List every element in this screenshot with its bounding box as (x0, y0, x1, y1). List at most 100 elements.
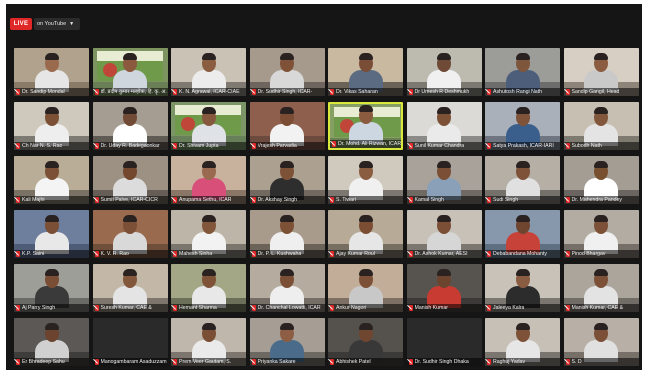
participant-tile[interactable]: डॉ. प्रदीप कुमार मल्होत्रा, हि. कृ. अ. स… (92, 48, 168, 96)
participant-tile[interactable]: Prem Veer Gautam, S. (171, 318, 246, 366)
participant-video (270, 51, 304, 92)
participant-video (348, 267, 383, 308)
participant-tile[interactable]: Dr. P. L. Kushwaha (249, 210, 325, 258)
participant-tile[interactable]: Manogambaram Asaduzzam (92, 318, 168, 366)
participant-video (34, 321, 69, 362)
participant-video (270, 159, 304, 200)
muted-mic-icon (565, 359, 570, 365)
participant-tile[interactable]: Ashutosh Rangi Nath (485, 48, 560, 96)
participant-tile[interactable]: Dr. Ashok Kumar, AESI (406, 210, 482, 258)
participant-tile[interactable]: Ankur Nagori (328, 264, 403, 312)
participant-name-bar: S. Tiwari (328, 196, 403, 204)
participant-video (505, 321, 540, 362)
participant-name: Ajay Kumar Roul (336, 251, 375, 257)
participant-tile[interactable]: Dr. Mohd. Ali Rizwan, ICAR (328, 102, 403, 150)
participant-tile[interactable]: Subodh Nath (563, 102, 639, 150)
participant-video (505, 213, 540, 254)
participant-tile[interactable]: Suresh Kumar, CAE & (92, 264, 168, 312)
participant-tile[interactable]: Er Bhradeep Sahu (14, 318, 89, 366)
participant-tile[interactable]: Manish Kumar, CAE & (563, 264, 639, 312)
participant-name-bar: Manogambaram Asaduzzam (92, 358, 168, 366)
participant-tile[interactable]: Ch Nar N. S. Rao (14, 102, 89, 150)
participant-tile[interactable]: Mahesh Sinha (171, 210, 246, 258)
participant-tile[interactable]: Sunil Kumar Chandra (406, 102, 482, 150)
participant-name-bar: Jaleeya Kalra (485, 304, 560, 312)
participant-video (270, 267, 304, 308)
participant-tile[interactable]: Dr. Sudhir Singh, ICAR- (249, 48, 325, 96)
participant-name-bar: Sudi Singh (485, 196, 560, 204)
participant-tile[interactable]: K.P. Saini (14, 210, 89, 258)
participant-video (191, 159, 226, 200)
participant-name: Mahesh Sinha (179, 251, 213, 257)
participant-name-bar: K. N. Agrawal, ICAR-CIAE (171, 88, 246, 96)
muted-mic-icon (487, 143, 491, 149)
participant-tile[interactable]: Ajay Kumar Roul (328, 210, 403, 258)
participant-name-bar: Ashutosh Rangi Nath (485, 88, 560, 96)
participant-tile[interactable]: Hemant Sharma (171, 264, 246, 312)
participant-tile[interactable]: Jaleeya Kalra (485, 264, 560, 312)
participant-name-bar: Hemant Sharma (171, 304, 246, 312)
participant-tile[interactable]: Dr. Mahendra Pandey (563, 156, 639, 204)
participant-tile[interactable]: Dr. Uday R. Badegaonkar (92, 102, 168, 150)
muted-mic-icon (251, 197, 256, 203)
participant-video (348, 159, 383, 200)
participant-tile[interactable]: Dr. Sudhir Singh Dhaka (406, 318, 482, 366)
muted-mic-icon (487, 305, 491, 311)
participant-name: Aj Parry Singh (22, 305, 56, 311)
participant-tile[interactable]: K. V. R. Rao (92, 210, 168, 258)
participant-name: Prem Veer Gautam, S. (179, 359, 232, 365)
participant-tile[interactable]: Satya Prakash, ICAR-IARI (485, 102, 560, 150)
participant-tile[interactable]: Debabandana Mohanty (485, 210, 560, 258)
participant-tile[interactable]: Dr. Vikas Saharan (328, 48, 403, 96)
participant-name: Subodh Nath (571, 143, 602, 149)
participant-name-bar: Aj Parry Singh (14, 304, 89, 312)
participant-tile[interactable]: Aj Parry Singh (14, 264, 89, 312)
muted-mic-icon (173, 305, 177, 311)
participant-tile[interactable]: Sudi Singh (485, 156, 560, 204)
participant-video (270, 105, 304, 146)
muted-mic-icon (16, 251, 20, 257)
muted-mic-icon (408, 143, 413, 149)
participant-tile[interactable]: Dr Umesh R Deshmukh (406, 48, 482, 96)
participant-tile[interactable]: Sumit Palve, ICAR-CICR (92, 156, 168, 204)
participant-video (34, 267, 69, 308)
participant-name-bar: Prem Veer Gautam, S. (171, 358, 246, 366)
participant-tile[interactable]: Priyanka Sakare (249, 318, 325, 366)
participant-tile[interactable]: Manish Kumar (406, 264, 482, 312)
participant-tile[interactable]: Dr. Chanchal Lowatti, ICAR (249, 264, 325, 312)
participant-name: Dr. Shivam Jupta (179, 143, 219, 149)
participant-name: Ankur Nagori (336, 305, 367, 311)
participant-tile[interactable]: Pinod Bhargav (563, 210, 639, 258)
participant-name: K. V. R. Rao (100, 251, 129, 257)
participant-video (270, 321, 304, 362)
live-stream-target-dropdown[interactable]: on YouTube ▼ (34, 18, 80, 30)
participant-tile[interactable]: Dr. Shivam Jupta (171, 102, 246, 150)
participant-tile[interactable]: S. Tiwari (328, 156, 403, 204)
participant-name-bar: Sandip Gangil, Head (563, 88, 639, 96)
participant-video (505, 267, 540, 308)
participant-name: Dr. Ashok Kumar, AESI (414, 251, 468, 257)
participant-name: Er Bhradeep Sahu (22, 359, 65, 365)
participant-video (348, 213, 383, 254)
participant-tile[interactable]: Anupama Sethu, ICAR (171, 156, 246, 204)
participant-video (348, 51, 383, 92)
participant-tile[interactable]: Raghuj Yadav (485, 318, 560, 366)
participant-tile[interactable]: Dr. Akshay Singh (249, 156, 325, 204)
meeting-window: LIVE on YouTube ▼ Dr. Sandip Mondal डॉ. प… (6, 4, 642, 370)
participant-name: डॉ. प्रदीप कुमार मल्होत्रा, हि. कृ. अ. स… (100, 89, 168, 95)
participant-tile[interactable]: Abhishek Patel (328, 318, 403, 366)
participant-tile[interactable]: S. D (563, 318, 639, 366)
live-badge[interactable]: LIVE (10, 18, 32, 30)
participant-video (113, 51, 147, 92)
participant-name-bar: Priyanka Sakare (249, 358, 325, 366)
participant-tile[interactable]: Dr. Sandip Mondal (14, 48, 89, 96)
participant-video (427, 51, 461, 92)
participant-tile[interactable]: Kamal Singh (406, 156, 482, 204)
participant-tile[interactable]: Kali Majhi (14, 156, 89, 204)
participant-gallery: Dr. Sandip Mondal डॉ. प्रदीप कुमार मल्होत… (14, 48, 639, 370)
participant-tile[interactable]: Sandip Gangil, Head (563, 48, 639, 96)
participant-name: Dr. Uday R. Badegaonkar (100, 143, 160, 149)
participant-video (34, 51, 69, 92)
participant-tile[interactable]: Vrajesh Parvadia (249, 102, 325, 150)
participant-tile[interactable]: K. N. Agrawal, ICAR-CIAE (171, 48, 246, 96)
